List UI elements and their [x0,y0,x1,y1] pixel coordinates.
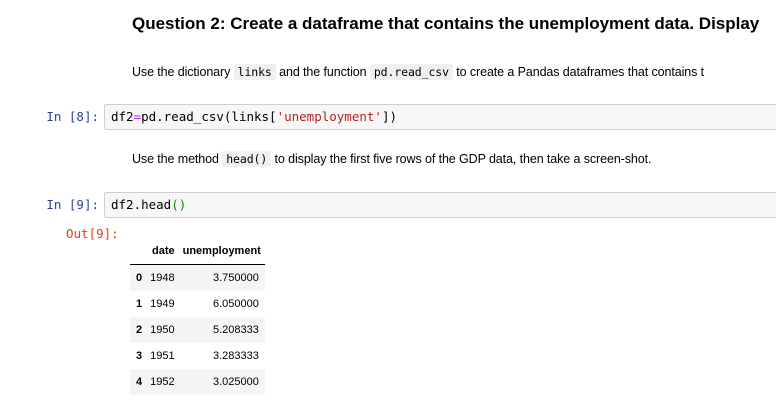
code9-text: df2.head [111,197,172,212]
code-cell-9[interactable]: df2.head() [104,192,776,218]
header-unemployment: unemployment [178,238,265,265]
code8-eq: = [133,109,142,124]
notebook: Question 2: Create a dataframe that cont… [0,0,776,404]
cell-unemployment: 3.025000 [212,376,259,388]
code8-call: pd.read_csv(links[ [141,109,277,124]
cell-date: 1949 [150,298,175,310]
dataframe-output: date unemployment 0 1948 3.750000 1 1949… [130,238,265,395]
code8-close: ]) [381,109,397,124]
cell-unemployment: 3.283333 [212,350,259,362]
md2-text-pre: Use the method [132,152,223,166]
code8-var: df2 [111,109,134,124]
markdown-head-instructions: Use the method head() to display the fir… [132,151,652,167]
header-index [130,238,147,265]
code8-str: 'unemployment' [276,109,382,124]
cell-unemployment: 3.750000 [212,272,259,284]
cell-date: 1948 [150,272,175,284]
md2-code-head: head() [222,151,272,167]
md2-text-post: to display the first five rows of the GD… [271,152,652,166]
md1-text-pre: Use the dictionary [132,65,234,79]
row-index: 4 [136,376,143,388]
row-index: 1 [136,298,143,310]
input-prompt-9: In [9]: [46,197,99,212]
cell-date: 1951 [150,350,175,362]
md1-text-post: to create a Pandas dataframes that conta… [452,65,705,79]
row-index: 0 [136,272,143,284]
markdown-instructions: Use the dictionary links and the functio… [132,64,705,80]
md1-code-read-csv: pd.read_csv [369,64,453,80]
md1-text-mid: and the function [275,65,370,79]
table-row: 3 1951 3.283333 [130,343,265,369]
table-row: 2 1950 5.208333 [130,317,265,343]
cell-date: 1950 [150,324,175,336]
row-index: 3 [136,350,143,362]
question-heading: Question 2: Create a dataframe that cont… [132,14,760,33]
row-index: 2 [136,324,143,336]
table-row: 1 1949 6.050000 [130,291,265,317]
cell-unemployment: 6.050000 [212,298,259,310]
code9-paren: () [171,197,187,212]
table-row: 0 1948 3.750000 [130,264,265,291]
code-cell-8[interactable]: df2=pd.read_csv(links['unemployment']) [104,104,776,130]
table-row: 4 1952 3.025000 [130,369,265,395]
cell-date: 1952 [150,376,175,388]
input-prompt-8: In [8]: [46,109,99,124]
md1-code-links: links [233,64,276,80]
cell-unemployment: 5.208333 [212,324,259,336]
header-date: date [146,238,179,265]
table-header-row: date unemployment [130,238,265,265]
